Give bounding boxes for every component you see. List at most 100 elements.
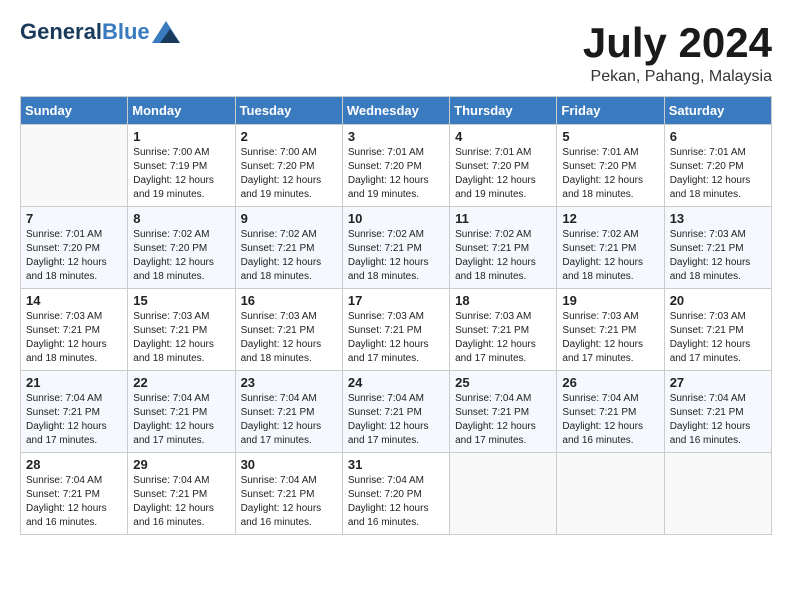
day-number: 26 — [562, 375, 658, 390]
logo-text: GeneralBlue — [20, 20, 150, 44]
day-number: 8 — [133, 211, 229, 226]
calendar-week-row: 14 Sunrise: 7:03 AM Sunset: 7:21 PM Dayli… — [21, 289, 772, 371]
day-info: Sunrise: 7:03 AM Sunset: 7:21 PM Dayligh… — [133, 310, 229, 366]
day-info: Sunrise: 7:04 AM Sunset: 7:21 PM Dayligh… — [26, 474, 122, 530]
day-number: 11 — [455, 211, 551, 226]
calendar-cell: 20 Sunrise: 7:03 AM Sunset: 7:21 PM Dayli… — [664, 289, 771, 371]
page-header: GeneralBlue July 2024 Pekan, Pahang, Mal… — [20, 20, 772, 86]
weekday-header-tuesday: Tuesday — [235, 97, 342, 125]
day-number: 7 — [26, 211, 122, 226]
calendar-cell: 14 Sunrise: 7:03 AM Sunset: 7:21 PM Dayli… — [21, 289, 128, 371]
day-number: 3 — [348, 129, 444, 144]
day-info: Sunrise: 7:03 AM Sunset: 7:21 PM Dayligh… — [348, 310, 444, 366]
calendar-cell — [21, 125, 128, 207]
day-info: Sunrise: 7:04 AM Sunset: 7:21 PM Dayligh… — [241, 392, 337, 448]
calendar-cell: 31 Sunrise: 7:04 AM Sunset: 7:20 PM Dayli… — [342, 453, 449, 535]
calendar-week-row: 1Sunrise: 7:00 AM Sunset: 7:19 PM Daylig… — [21, 125, 772, 207]
day-number: 24 — [348, 375, 444, 390]
day-number: 12 — [562, 211, 658, 226]
calendar-cell: 26 Sunrise: 7:04 AM Sunset: 7:21 PM Dayli… — [557, 371, 664, 453]
day-info: Sunrise: 7:02 AM Sunset: 7:21 PM Dayligh… — [455, 228, 551, 284]
day-info: Sunrise: 7:01 AM Sunset: 7:20 PM Dayligh… — [26, 228, 122, 284]
day-number: 31 — [348, 457, 444, 472]
calendar-cell: 12 Sunrise: 7:02 AM Sunset: 7:21 PM Dayli… — [557, 207, 664, 289]
day-number: 18 — [455, 293, 551, 308]
calendar-cell: 16Sunrise: 7:03 AM Sunset: 7:21 PM Dayli… — [235, 289, 342, 371]
day-info: Sunrise: 7:01 AM Sunset: 7:20 PM Dayligh… — [348, 146, 444, 202]
day-number: 4 — [455, 129, 551, 144]
calendar-week-row: 21 Sunrise: 7:04 AM Sunset: 7:21 PM Dayli… — [21, 371, 772, 453]
calendar-cell: 4 Sunrise: 7:01 AM Sunset: 7:20 PM Daylig… — [450, 125, 557, 207]
day-number: 27 — [670, 375, 766, 390]
day-info: Sunrise: 7:04 AM Sunset: 7:20 PM Dayligh… — [348, 474, 444, 530]
day-info: Sunrise: 7:04 AM Sunset: 7:21 PM Dayligh… — [348, 392, 444, 448]
day-number: 6 — [670, 129, 766, 144]
day-number: 13 — [670, 211, 766, 226]
day-info: Sunrise: 7:04 AM Sunset: 7:21 PM Dayligh… — [670, 392, 766, 448]
calendar-cell: 29Sunrise: 7:04 AM Sunset: 7:21 PM Dayli… — [128, 453, 235, 535]
day-info: Sunrise: 7:01 AM Sunset: 7:20 PM Dayligh… — [562, 146, 658, 202]
calendar-cell: 2 Sunrise: 7:00 AM Sunset: 7:20 PM Daylig… — [235, 125, 342, 207]
calendar-cell: 13 Sunrise: 7:03 AM Sunset: 7:21 PM Dayli… — [664, 207, 771, 289]
weekday-header-wednesday: Wednesday — [342, 97, 449, 125]
calendar-cell: 27 Sunrise: 7:04 AM Sunset: 7:21 PM Dayli… — [664, 371, 771, 453]
calendar-cell: 9Sunrise: 7:02 AM Sunset: 7:21 PM Daylig… — [235, 207, 342, 289]
weekday-header-monday: Monday — [128, 97, 235, 125]
day-number: 19 — [562, 293, 658, 308]
day-number: 21 — [26, 375, 122, 390]
calendar-cell: 23 Sunrise: 7:04 AM Sunset: 7:21 PM Dayli… — [235, 371, 342, 453]
day-info: Sunrise: 7:04 AM Sunset: 7:21 PM Dayligh… — [455, 392, 551, 448]
month-title: July 2024 — [583, 20, 772, 66]
calendar-cell: 17Sunrise: 7:03 AM Sunset: 7:21 PM Dayli… — [342, 289, 449, 371]
day-number: 1 — [133, 129, 229, 144]
weekday-header-thursday: Thursday — [450, 97, 557, 125]
day-number: 30 — [241, 457, 337, 472]
day-info: Sunrise: 7:00 AM Sunset: 7:20 PM Dayligh… — [241, 146, 337, 202]
day-number: 20 — [670, 293, 766, 308]
calendar-cell: 10Sunrise: 7:02 AM Sunset: 7:21 PM Dayli… — [342, 207, 449, 289]
calendar-cell: 1Sunrise: 7:00 AM Sunset: 7:19 PM Daylig… — [128, 125, 235, 207]
day-info: Sunrise: 7:02 AM Sunset: 7:20 PM Dayligh… — [133, 228, 229, 284]
calendar-cell: 8 Sunrise: 7:02 AM Sunset: 7:20 PM Daylig… — [128, 207, 235, 289]
day-info: Sunrise: 7:03 AM Sunset: 7:21 PM Dayligh… — [670, 228, 766, 284]
day-number: 15 — [133, 293, 229, 308]
day-number: 14 — [26, 293, 122, 308]
weekday-header-row: SundayMondayTuesdayWednesdayThursdayFrid… — [21, 97, 772, 125]
day-number: 25 — [455, 375, 551, 390]
calendar-cell — [557, 453, 664, 535]
calendar-cell: 30 Sunrise: 7:04 AM Sunset: 7:21 PM Dayli… — [235, 453, 342, 535]
day-number: 10 — [348, 211, 444, 226]
title-block: July 2024 Pekan, Pahang, Malaysia — [583, 20, 772, 86]
day-number: 22 — [133, 375, 229, 390]
weekday-header-friday: Friday — [557, 97, 664, 125]
calendar-table: SundayMondayTuesdayWednesdayThursdayFrid… — [20, 96, 772, 535]
calendar-cell: 19 Sunrise: 7:03 AM Sunset: 7:21 PM Dayli… — [557, 289, 664, 371]
calendar-cell: 5Sunrise: 7:01 AM Sunset: 7:20 PM Daylig… — [557, 125, 664, 207]
day-info: Sunrise: 7:03 AM Sunset: 7:21 PM Dayligh… — [455, 310, 551, 366]
calendar-cell: 7 Sunrise: 7:01 AM Sunset: 7:20 PM Daylig… — [21, 207, 128, 289]
calendar-cell: 11 Sunrise: 7:02 AM Sunset: 7:21 PM Dayli… — [450, 207, 557, 289]
logo-icon — [152, 21, 180, 43]
calendar-cell — [450, 453, 557, 535]
calendar-cell: 6Sunrise: 7:01 AM Sunset: 7:20 PM Daylig… — [664, 125, 771, 207]
day-number: 23 — [241, 375, 337, 390]
calendar-cell: 3 Sunrise: 7:01 AM Sunset: 7:20 PM Daylig… — [342, 125, 449, 207]
calendar-cell — [664, 453, 771, 535]
calendar-week-row: 28Sunrise: 7:04 AM Sunset: 7:21 PM Dayli… — [21, 453, 772, 535]
day-info: Sunrise: 7:02 AM Sunset: 7:21 PM Dayligh… — [562, 228, 658, 284]
day-info: Sunrise: 7:01 AM Sunset: 7:20 PM Dayligh… — [455, 146, 551, 202]
calendar-week-row: 7 Sunrise: 7:01 AM Sunset: 7:20 PM Daylig… — [21, 207, 772, 289]
day-info: Sunrise: 7:04 AM Sunset: 7:21 PM Dayligh… — [133, 474, 229, 530]
day-number: 2 — [241, 129, 337, 144]
day-info: Sunrise: 7:03 AM Sunset: 7:21 PM Dayligh… — [562, 310, 658, 366]
day-info: Sunrise: 7:04 AM Sunset: 7:21 PM Dayligh… — [241, 474, 337, 530]
day-info: Sunrise: 7:04 AM Sunset: 7:21 PM Dayligh… — [133, 392, 229, 448]
calendar-cell: 21 Sunrise: 7:04 AM Sunset: 7:21 PM Dayli… — [21, 371, 128, 453]
day-info: Sunrise: 7:03 AM Sunset: 7:21 PM Dayligh… — [26, 310, 122, 366]
weekday-header-saturday: Saturday — [664, 97, 771, 125]
day-info: Sunrise: 7:04 AM Sunset: 7:21 PM Dayligh… — [562, 392, 658, 448]
day-info: Sunrise: 7:03 AM Sunset: 7:21 PM Dayligh… — [670, 310, 766, 366]
calendar-cell: 24 Sunrise: 7:04 AM Sunset: 7:21 PM Dayli… — [342, 371, 449, 453]
calendar-cell: 28Sunrise: 7:04 AM Sunset: 7:21 PM Dayli… — [21, 453, 128, 535]
day-info: Sunrise: 7:04 AM Sunset: 7:21 PM Dayligh… — [26, 392, 122, 448]
